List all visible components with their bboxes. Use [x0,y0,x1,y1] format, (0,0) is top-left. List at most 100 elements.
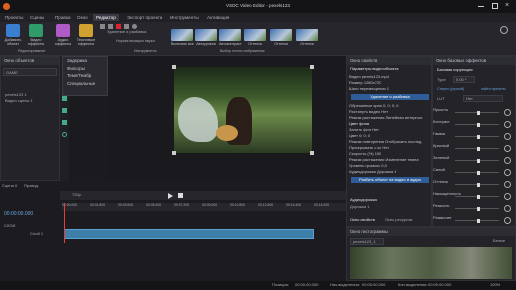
slider-thumb[interactable] [477,218,480,223]
timeline-tab[interactable]: Провод. [24,183,39,189]
menu-projects[interactable]: Проекты [2,14,26,21]
slider-thumb[interactable] [477,122,480,127]
preset-link-stereo[interactable]: Стерео (ручной) [437,87,464,91]
effects-item-delay[interactable]: Задержка [63,57,107,65]
status-zoom[interactable]: 100% [490,282,500,288]
menu-scenes[interactable]: Сцены [27,14,47,21]
effect-slider[interactable] [455,146,499,151]
preview-handle-tl[interactable] [172,65,176,69]
effect-param-row[interactable]: Синий [433,167,513,178]
effect-param-row[interactable]: Зеленый [433,155,513,166]
effect-param-row[interactable]: Красный [433,143,513,154]
lut-dropdown[interactable]: Нет [463,95,503,102]
menu-edit[interactable]: Правка [52,14,74,21]
reset-icon[interactable] [504,217,511,224]
histogram-mode[interactable]: Белые [493,238,505,244]
thumb-autolevels[interactable]: Автоуровни [195,29,217,52]
effect-param-row[interactable]: Контраст [433,119,513,130]
reset-icon[interactable] [504,121,511,128]
effect-param-row[interactable]: Оттенок [433,179,513,190]
menu-tools[interactable]: Инструменты [167,14,202,21]
image-icon[interactable] [62,96,67,101]
effect-slider[interactable] [455,182,499,187]
effect-slider[interactable] [455,218,499,223]
effects-item-filters[interactable]: Фильтры [63,65,107,73]
zoom-icon[interactable] [62,132,67,137]
reset-icon[interactable] [504,193,511,200]
close-icon[interactable]: × [505,2,509,10]
scene-tab[interactable]: Сцена 0 [2,183,17,189]
menu-window[interactable]: Окно [74,14,91,21]
thumb-tints-3[interactable]: Оттенки [296,29,318,52]
transport-bar: 720p [60,191,346,200]
effect-param-row[interactable]: Резкость [433,203,513,214]
slider-thumb[interactable] [477,158,480,163]
lut-label: LUT [437,96,445,101]
slider-thumb[interactable] [477,134,480,139]
reset-icon[interactable] [504,157,511,164]
preset-link-find[interactable]: найти пресеты [481,87,506,91]
preview-handle-tr[interactable] [310,65,314,69]
objects-search-input[interactable]: GAME [3,68,57,76]
effect-param-row[interactable]: Размытие [433,215,513,226]
menu-export[interactable]: Экспорт проекта [124,14,165,21]
maximize-icon[interactable] [492,3,498,9]
tab-resources[interactable]: Окно ресурсов [385,217,412,223]
prop-move-step[interactable]: Шаги перемещения 1 [349,86,389,92]
reset-icon[interactable] [504,109,511,116]
effect-slider[interactable] [455,122,499,127]
layer-name[interactable]: Слой 1 [30,231,43,237]
object-row[interactable]: pexels123 1 [5,92,27,98]
audio-icon[interactable] [62,120,67,125]
preview-handle-bl[interactable] [172,151,176,155]
basic-effects-title: Окно базовых эффектов [433,57,515,65]
object-row[interactable]: Видео сцены 1 [5,98,33,104]
effects-item-tempo[interactable]: Темп/Тембр [63,72,107,80]
tab-properties[interactable]: Окно свойств [350,217,375,223]
stop-icon[interactable] [178,193,183,198]
slider-thumb[interactable] [477,146,480,151]
menu-editor[interactable]: Редактор [93,14,119,21]
effect-slider[interactable] [455,170,499,175]
reset-icon[interactable] [504,169,511,176]
video-clip[interactable] [64,229,314,239]
slider-thumb[interactable] [477,206,480,211]
objects-panel-title: Окно объектов [1,57,59,65]
effect-slider[interactable] [455,194,499,199]
chart-icon[interactable] [62,108,67,113]
thumb-tints-2[interactable]: Оттенки [270,29,292,52]
preview-handle-br[interactable] [310,151,314,155]
slider-thumb[interactable] [477,182,480,187]
effect-param-row[interactable]: Яркость [433,107,513,118]
reset-icon[interactable] [504,133,511,140]
reset-icon[interactable] [504,145,511,152]
slider-thumb[interactable] [477,170,480,175]
play-icon[interactable] [168,193,173,199]
effect-param-row[interactable]: Гамма [433,131,513,142]
playhead-icon[interactable] [64,203,65,243]
audio-track-value[interactable]: Дорожка 1 [350,204,369,210]
histogram-source[interactable]: pexels123_1 [350,238,384,245]
split-av-button[interactable]: Разбить объект на видео и аудио [351,177,429,183]
gear-icon[interactable] [500,26,508,34]
minimize-icon[interactable] [478,6,484,7]
effect-param-row[interactable]: Насыщенность [433,191,513,202]
reset-icon[interactable] [504,205,511,212]
effect-slider[interactable] [455,110,499,115]
effect-slider[interactable] [455,134,499,139]
thumb-label: Оттенки [274,42,288,46]
preset-dropdown[interactable]: 0.00 * [453,76,475,83]
video-preview[interactable] [174,67,312,153]
prop-audio-track[interactable]: Аудиодорожка Дорожка 1 [349,169,396,175]
menu-bar: Проекты Сцены Правка Окно Редактор Экспо… [0,13,516,22]
reset-icon[interactable] [504,181,511,188]
thumb-enable-all[interactable]: Включить все [171,29,194,52]
split-tools-button[interactable]: Удаление и разбивка [351,94,429,100]
resolution-dropdown[interactable]: 720p [72,192,81,198]
effect-slider[interactable] [455,158,499,163]
slider-thumb[interactable] [477,110,480,115]
slider-thumb[interactable] [477,194,480,199]
effects-item-special[interactable]: Специальные [63,80,107,88]
menu-activation[interactable]: Активация [204,14,232,21]
effect-slider[interactable] [455,206,499,211]
